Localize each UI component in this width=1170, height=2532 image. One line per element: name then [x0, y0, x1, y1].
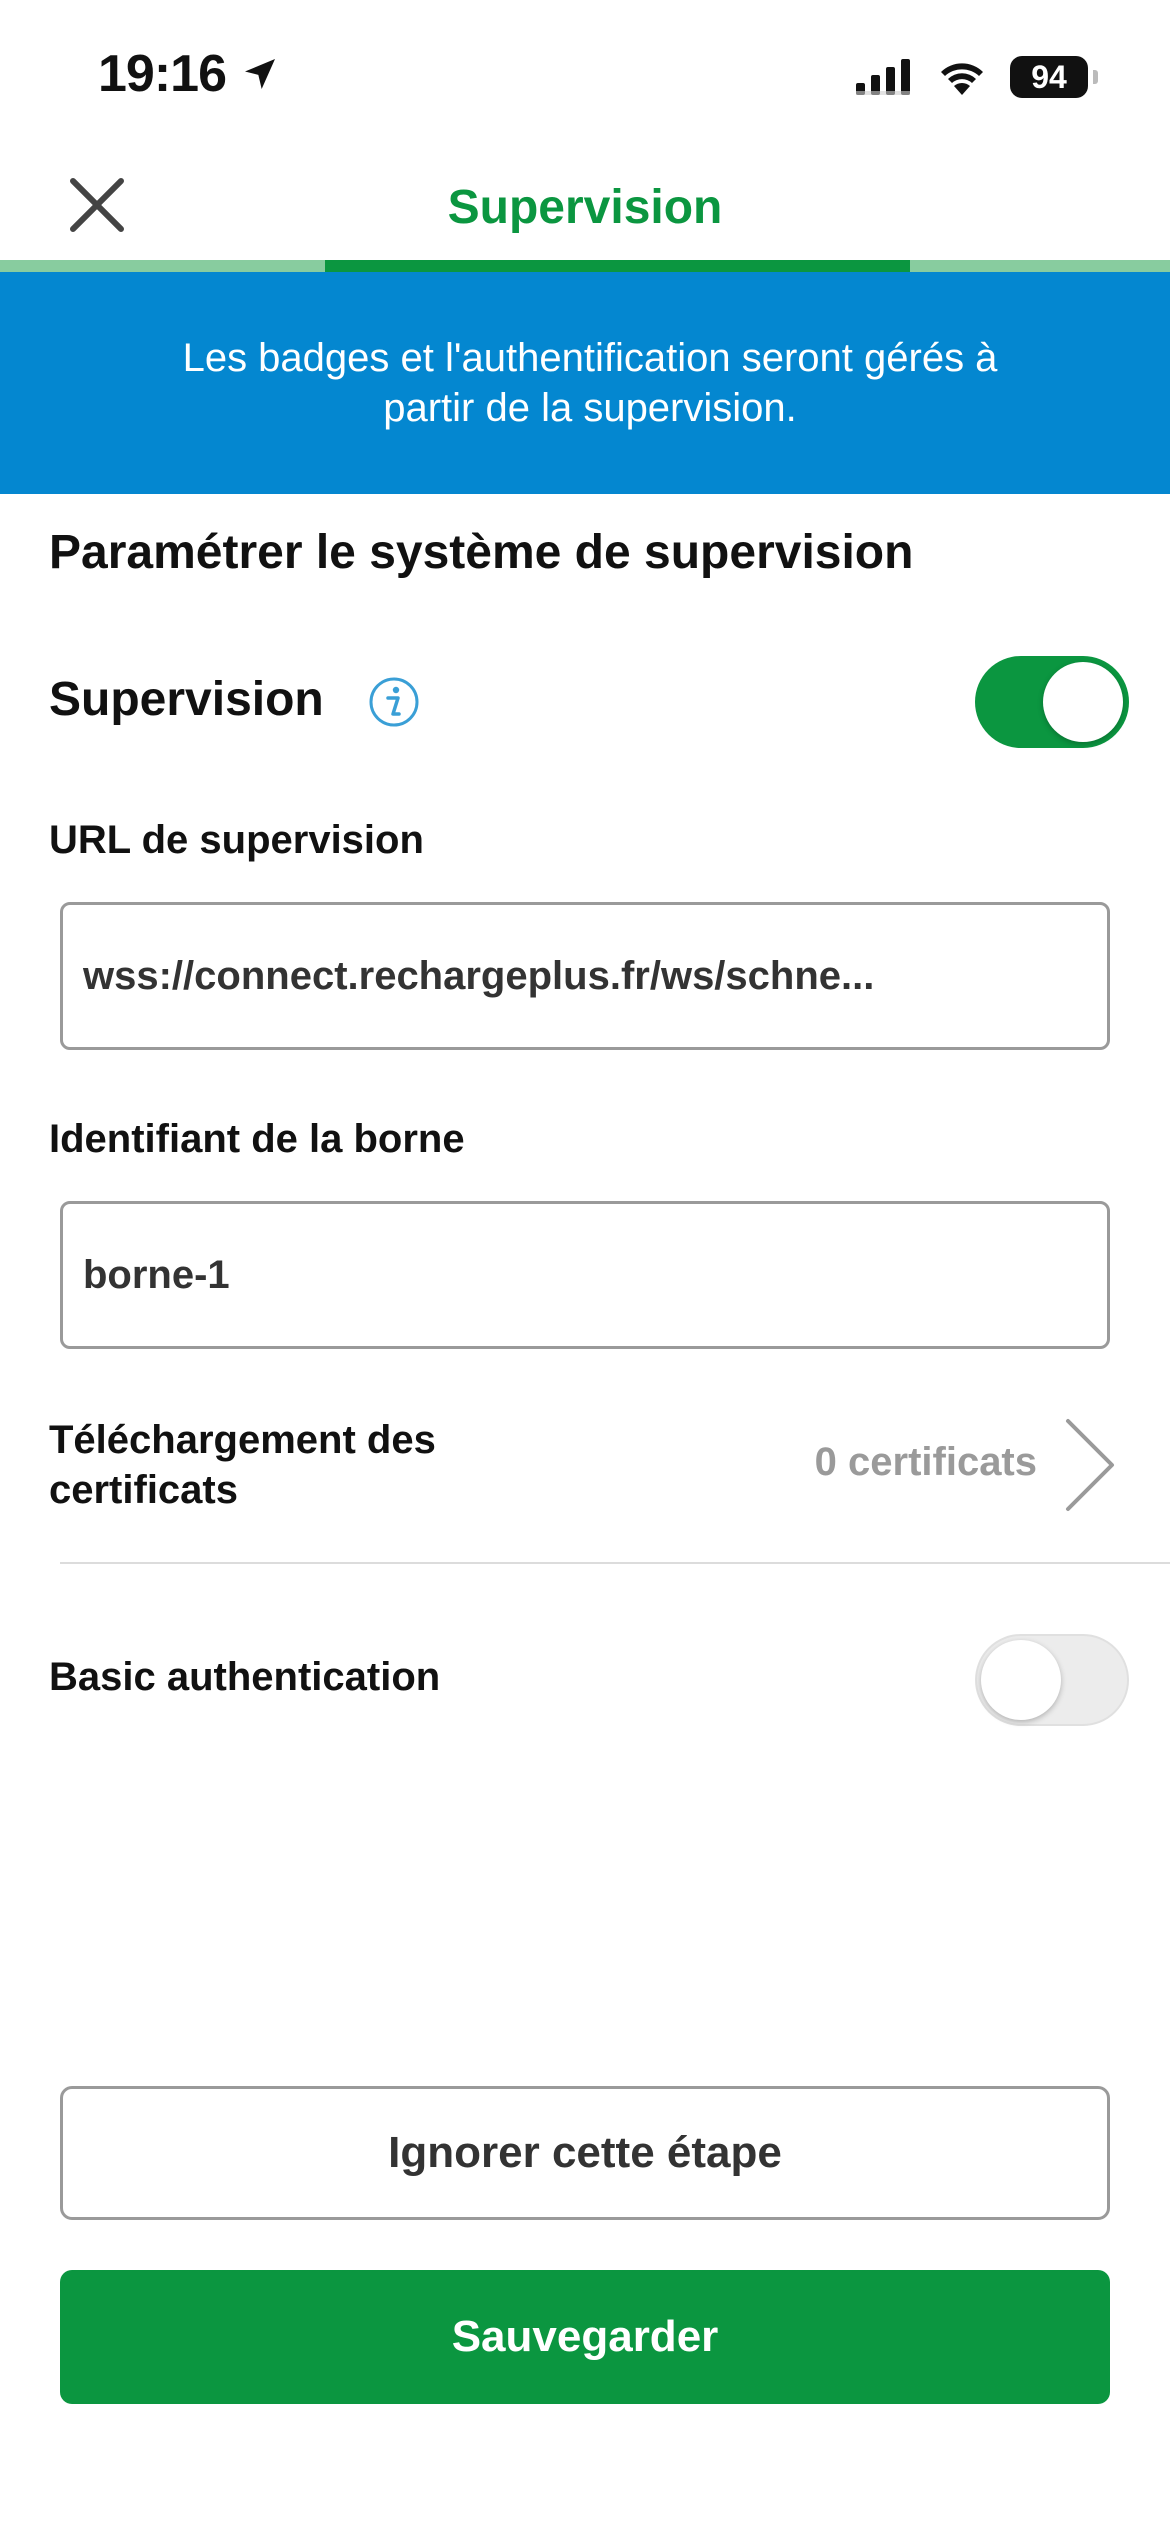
skip-step-button[interactable]: Ignorer cette étape [60, 2086, 1110, 2220]
info-banner-text: Les badges et l'authentification seront … [182, 336, 998, 430]
info-banner: Les badges et l'authentification seront … [0, 272, 1170, 494]
info-icon[interactable] [368, 676, 420, 728]
signal-icon [856, 59, 910, 95]
step-progress-fill [325, 260, 910, 272]
url-input[interactable]: wss://connect.rechargeplus.fr/ws/schne..… [60, 902, 1110, 1050]
toggle-knob [1043, 662, 1123, 742]
wifi-icon [941, 63, 983, 95]
status-bar-indicators: 94 [854, 56, 1098, 98]
chevron-right-icon[interactable] [1060, 1415, 1118, 1515]
page-title: Supervision [447, 181, 723, 234]
location-arrow-icon [245, 59, 275, 89]
save-button[interactable]: Sauvegarder [60, 2270, 1110, 2404]
certificates-label[interactable]: Téléchargement des certificats [49, 1415, 489, 1515]
basic-auth-toggle[interactable] [975, 1634, 1129, 1726]
step-progress-bar [0, 260, 1170, 272]
supervision-label: Supervision [49, 673, 324, 726]
supervision-toggle[interactable] [975, 656, 1129, 748]
basic-auth-label: Basic authentication [49, 1655, 441, 1699]
url-label: URL de supervision [49, 818, 424, 862]
section-title: Paramétrer le système de supervision [49, 526, 914, 579]
battery-icon: 94 [1010, 56, 1098, 98]
toggle-knob [981, 1640, 1061, 1720]
status-bar-time: 19:16 [98, 44, 280, 104]
battery-level: 94 [1031, 58, 1067, 95]
station-id-input[interactable]: borne-1 [60, 1201, 1110, 1349]
certificates-count[interactable]: 0 certificats [815, 1440, 1037, 1485]
time-label: 19:16 [98, 45, 227, 103]
station-id-label: Identifiant de la borne [49, 1117, 465, 1161]
divider [60, 1562, 1170, 1564]
